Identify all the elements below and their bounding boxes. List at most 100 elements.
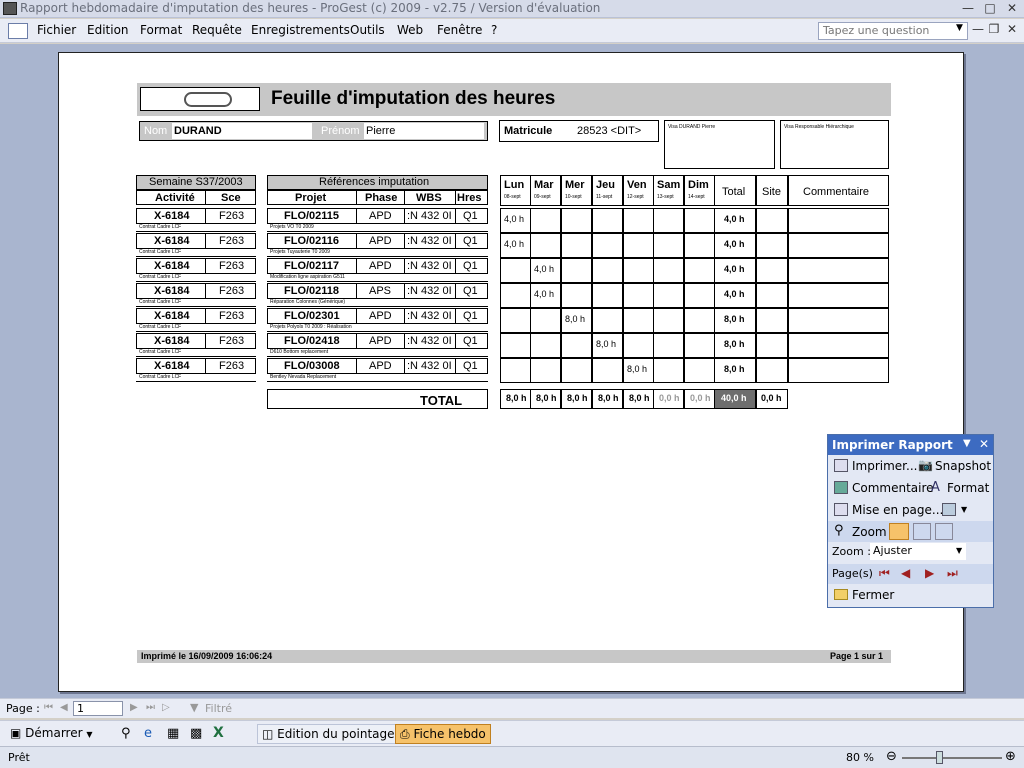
next-page-icon[interactable]: ▶: [925, 566, 934, 580]
menu-edition[interactable]: Edition: [87, 23, 129, 37]
reference-divider: [455, 358, 456, 374]
sce-value: F263: [219, 360, 245, 372]
hour-cell: [592, 258, 623, 283]
export-dropdown-icon[interactable]: ▼: [961, 505, 967, 514]
menu-fichier[interactable]: Fichier: [37, 23, 76, 37]
nav-first-icon[interactable]: ⏮: [44, 702, 53, 713]
task1-label: Edition du pointage: [277, 727, 395, 741]
zoom-button[interactable]: Zoom: [852, 525, 887, 539]
task2-icon: ⎙: [400, 727, 410, 741]
excel-icon[interactable]: X: [213, 725, 224, 741]
menu-help[interactable]: ?: [491, 23, 497, 37]
row-total-value: 8,0 h: [724, 339, 745, 349]
activity-sub: Contrat Cadre LCF: [139, 299, 182, 305]
menu-requete[interactable]: Requête: [192, 23, 242, 37]
menu-fenetre[interactable]: Fenêtre: [437, 23, 482, 37]
app-icon[interactable]: [3, 2, 17, 15]
activity-divider: [205, 358, 206, 374]
task-edition-pointage[interactable]: ◫ Edition du pointage: [257, 724, 400, 744]
zoom-slider-handle[interactable]: [936, 751, 943, 764]
format-button[interactable]: Format: [947, 481, 989, 495]
taskbar: ▣ Démarrer ▼ ⚲ e ▦ ▩ X ◫ Edition du poin…: [0, 720, 1024, 746]
menu-format[interactable]: Format: [140, 23, 182, 37]
word-export-icon[interactable]: [942, 503, 956, 516]
minimize-button[interactable]: —: [957, 0, 979, 17]
projet-value: FLO/02117: [284, 260, 340, 272]
filter-label[interactable]: Filtré: [205, 702, 232, 715]
site-cell: [756, 358, 788, 383]
col-projet: Projet: [295, 192, 327, 204]
menu-outils[interactable]: Outils: [350, 23, 385, 37]
hres-value: Q1: [463, 310, 478, 322]
reference-divider: [455, 308, 456, 324]
task-fiche-hebdo[interactable]: ⎙ Fiche hebdo: [395, 724, 491, 744]
mise-en-page-button[interactable]: Mise en page...: [852, 503, 943, 517]
close-button[interactable]: ✕: [1001, 0, 1023, 17]
ask-dropdown-icon[interactable]: ▼: [956, 23, 963, 33]
activite-value: X-6184: [154, 210, 190, 222]
wbs-value: :N 432 0I: [407, 260, 452, 272]
activity-divider: [205, 233, 206, 249]
ask-question-input[interactable]: Tapez une question: [818, 22, 968, 40]
hour-cell: [684, 208, 715, 233]
imprimer-button[interactable]: Imprimer...: [852, 459, 917, 473]
menu-web[interactable]: Web: [397, 23, 423, 37]
snapshot-button[interactable]: Snapshot: [935, 459, 991, 473]
nav-last-icon[interactable]: ⏭: [146, 702, 155, 713]
day-name: Lun: [504, 179, 525, 191]
zoom-select[interactable]: Ajuster ▼: [870, 543, 966, 560]
zoom-out-icon[interactable]: ⊖: [886, 749, 897, 764]
sce-value: F263: [219, 285, 245, 297]
two-pages-icon[interactable]: [913, 523, 931, 540]
hour-cell: [684, 283, 715, 308]
browser-icon[interactable]: e: [144, 726, 152, 741]
maximize-button[interactable]: □: [979, 0, 1001, 17]
projet-description: Réparation Colonnes (Générique): [270, 299, 346, 305]
doc-close-button[interactable]: ✕: [1001, 21, 1023, 38]
prev-page-icon[interactable]: ◀: [901, 566, 910, 580]
hour-cell: [561, 208, 592, 233]
reference-divider: [356, 308, 357, 324]
activity-sub: Contrat Cadre LCF: [139, 349, 182, 355]
projet-value: FLO/02301: [284, 310, 340, 322]
day-name: Mar: [534, 179, 554, 191]
zoom-slider[interactable]: [902, 757, 1002, 759]
hour-value: 4,0 h: [534, 264, 555, 274]
fermer-button[interactable]: Fermer: [852, 588, 894, 602]
site-cell: [756, 233, 788, 258]
hour-cell: [684, 258, 715, 283]
hour-cell: [592, 233, 623, 258]
window-title: Rapport hebdomadaire d'imputation des he…: [20, 1, 601, 15]
start-button[interactable]: ▣ Démarrer ▼: [6, 724, 97, 744]
last-page-icon[interactable]: ⏭: [947, 566, 958, 581]
page-number-input[interactable]: 1: [73, 701, 123, 716]
phase-value: APD: [369, 360, 392, 372]
search-icon[interactable]: ⚲: [121, 726, 131, 741]
reference-divider: [404, 258, 405, 274]
first-page-icon[interactable]: ⏮: [879, 566, 890, 581]
commentaire-button[interactable]: Commentaire: [852, 481, 934, 495]
document-icon[interactable]: [8, 23, 28, 39]
panel-close-icon[interactable]: ✕: [979, 437, 989, 451]
hour-cell: [653, 308, 684, 333]
menu-enregistrements[interactable]: Enregistrements: [251, 23, 350, 37]
nav-next-icon[interactable]: ▶: [130, 702, 138, 713]
nav-prev-icon[interactable]: ◀: [60, 702, 68, 713]
panel-menu-icon[interactable]: ▼: [963, 438, 971, 449]
hour-cell: [684, 308, 715, 333]
phase-value: APD: [369, 235, 392, 247]
nav-new-icon[interactable]: ▷: [162, 702, 170, 713]
dictionary-icon[interactable]: ▦: [167, 726, 179, 741]
hour-cell: [530, 358, 561, 383]
reference-divider: [404, 233, 405, 249]
magnifier-icon: ⚲: [834, 523, 844, 538]
nom-value: DURAND: [174, 125, 222, 137]
one-page-icon[interactable]: [889, 523, 909, 540]
camera-icon: 📷: [918, 458, 933, 472]
multi-pages-icon[interactable]: [935, 523, 953, 540]
zoom-in-icon[interactable]: ⊕: [1005, 749, 1016, 764]
projet-value: FLO/02418: [284, 335, 340, 347]
hour-cell: [653, 233, 684, 258]
calculator-icon[interactable]: ▩: [190, 726, 202, 741]
wbs-value: :N 432 0I: [407, 285, 452, 297]
